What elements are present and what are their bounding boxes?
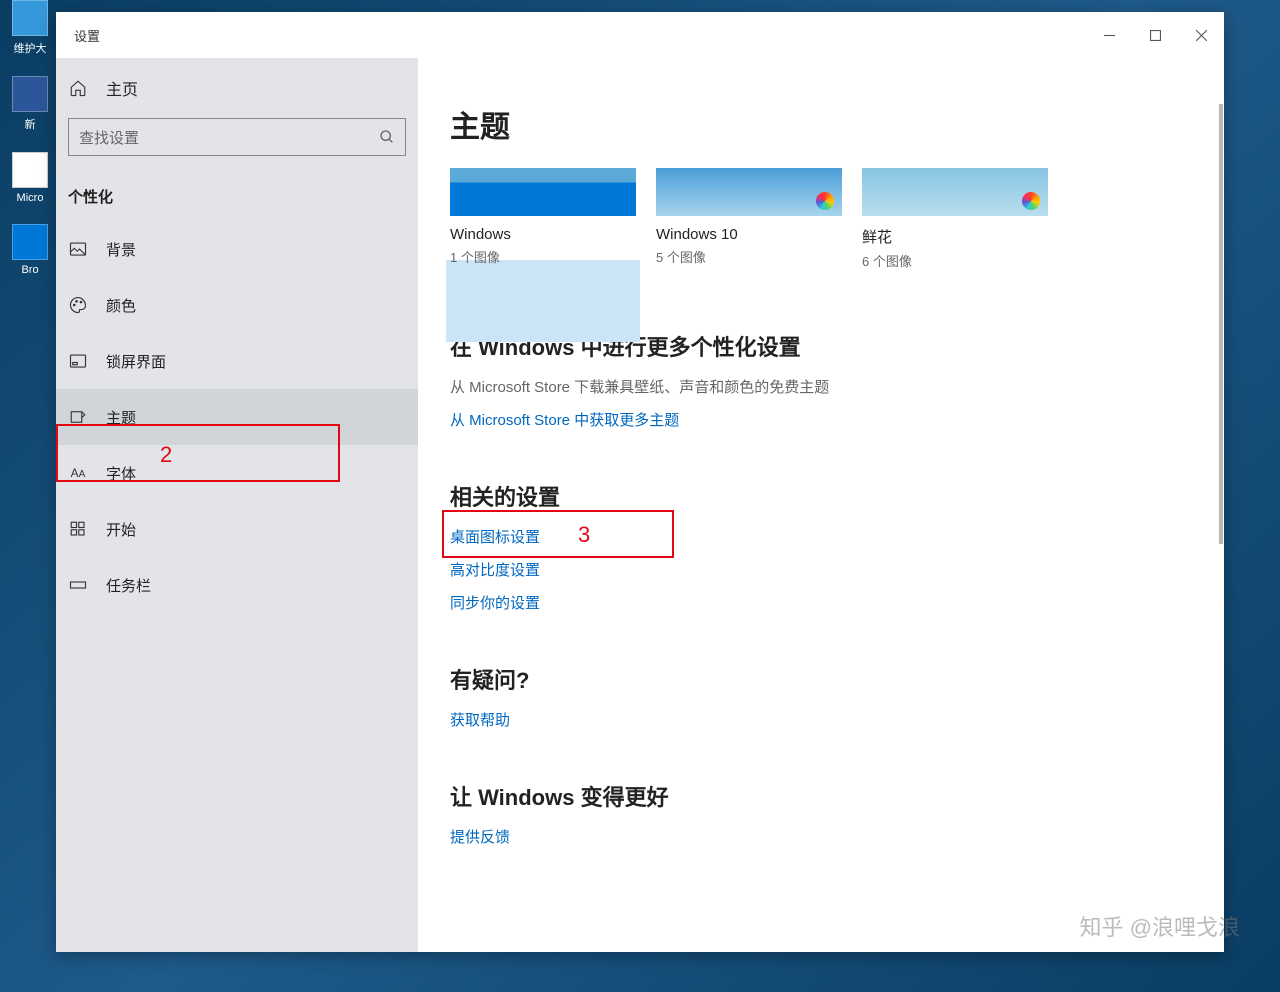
desktop-shortcut[interactable]: 维护大 <box>8 0 52 56</box>
section-heading: 相关的设置 <box>450 480 1192 512</box>
theme-name: 鲜花 <box>862 226 1048 247</box>
theme-name: Windows 10 <box>656 226 842 243</box>
search-input[interactable]: 查找设置 <box>68 118 406 156</box>
home-icon <box>68 79 88 97</box>
desktop-shortcut[interactable]: Micro <box>8 152 52 204</box>
sidebar-nav: 背景 颜色 锁屏界面 主题 AA 字体 <box>56 221 418 613</box>
feedback-link[interactable]: 提供反馈 <box>450 826 1192 847</box>
scrollbar[interactable] <box>1219 104 1223 544</box>
sidebar-item-label: 字体 <box>106 463 136 484</box>
page-title: 主题 <box>450 102 1192 146</box>
sidebar-item-label: 主题 <box>106 407 136 428</box>
theme-card[interactable]: 鲜花 6 个图像 <box>862 168 1048 270</box>
theme-thumbnail <box>450 168 636 216</box>
main-content: 主题 Windows 1 个图像 Windows 10 5 个图像 鲜花 6 个… <box>418 58 1224 952</box>
theme-card[interactable]: Windows 1 个图像 <box>450 168 636 270</box>
sidebar-section: 个性化 <box>56 174 418 221</box>
start-icon <box>68 520 88 538</box>
sidebar-item-colors[interactable]: 颜色 <box>56 277 418 333</box>
high-contrast-link[interactable]: 高对比度设置 <box>450 559 1192 580</box>
themes-list: Windows 1 个图像 Windows 10 5 个图像 鲜花 6 个图像 <box>450 168 1192 270</box>
maximize-button[interactable] <box>1132 12 1178 58</box>
sidebar-item-label: 背景 <box>106 239 136 260</box>
themes-icon <box>68 408 88 426</box>
close-button[interactable] <box>1178 12 1224 58</box>
section-heading: 有疑问? <box>450 663 1192 695</box>
window-title: 设置 <box>74 26 100 45</box>
section-heading: 让 Windows 变得更好 <box>450 780 1192 812</box>
home-label: 主页 <box>106 76 138 100</box>
more-personalization-section: 在 Windows 中进行更多个性化设置 从 Microsoft Store 下… <box>450 330 1192 430</box>
sidebar: 主页 查找设置 个性化 背景 颜色 锁 <box>56 58 418 952</box>
taskbar-icon <box>68 576 88 594</box>
search-placeholder: 查找设置 <box>79 127 379 148</box>
theme-thumbnail <box>862 168 1048 216</box>
lockscreen-icon <box>68 352 88 370</box>
window-controls <box>1086 12 1224 58</box>
sidebar-item-fonts[interactable]: AA 字体 <box>56 445 418 501</box>
theme-thumbnail <box>656 168 842 216</box>
desktop-icons-link[interactable]: 桌面图标设置 <box>450 526 1192 547</box>
theme-subtitle: 6 个图像 <box>862 251 1048 270</box>
sidebar-item-start[interactable]: 开始 <box>56 501 418 557</box>
fonts-icon: AA <box>68 466 88 480</box>
sync-settings-link[interactable]: 同步你的设置 <box>450 592 1192 613</box>
get-help-link[interactable]: 获取帮助 <box>450 709 1192 730</box>
theme-subtitle: 1 个图像 <box>450 247 636 266</box>
watermark: 知乎 @浪哩戈浪 <box>1080 910 1240 942</box>
desktop-shortcut[interactable]: Bro <box>8 224 52 276</box>
sidebar-item-label: 任务栏 <box>106 575 151 596</box>
sidebar-item-taskbar[interactable]: 任务栏 <box>56 557 418 613</box>
sidebar-item-label: 颜色 <box>106 295 136 316</box>
minimize-button[interactable] <box>1086 12 1132 58</box>
sidebar-item-label: 锁屏界面 <box>106 351 166 372</box>
color-wheel-icon <box>1022 192 1040 210</box>
theme-card[interactable]: Windows 10 5 个图像 <box>656 168 842 270</box>
sidebar-item-label: 开始 <box>106 519 136 540</box>
sidebar-item-lockscreen[interactable]: 锁屏界面 <box>56 333 418 389</box>
home-link[interactable]: 主页 <box>56 58 418 118</box>
feedback-section: 让 Windows 变得更好 提供反馈 <box>450 780 1192 847</box>
section-description: 从 Microsoft Store 下载兼具壁纸、声音和颜色的免费主题 <box>450 376 1192 397</box>
picture-icon <box>68 240 88 258</box>
related-settings-section: 相关的设置 桌面图标设置 高对比度设置 同步你的设置 <box>450 480 1192 613</box>
theme-name: Windows <box>450 226 636 243</box>
sidebar-item-background[interactable]: 背景 <box>56 221 418 277</box>
desktop-shortcut[interactable]: 新 <box>8 76 52 132</box>
palette-icon <box>68 296 88 314</box>
theme-subtitle: 5 个图像 <box>656 247 842 266</box>
color-wheel-icon <box>816 192 834 210</box>
settings-window: 设置 主页 查找设置 个性化 背景 <box>56 12 1224 952</box>
sidebar-item-themes[interactable]: 主题 <box>56 389 418 445</box>
desktop-icons: 维护大 新 Micro Bro <box>8 0 52 276</box>
store-link[interactable]: 从 Microsoft Store 中获取更多主题 <box>450 409 1192 430</box>
search-icon <box>379 129 395 145</box>
titlebar: 设置 <box>56 12 1224 58</box>
help-section: 有疑问? 获取帮助 <box>450 663 1192 730</box>
theme-selected-highlight <box>446 260 640 342</box>
